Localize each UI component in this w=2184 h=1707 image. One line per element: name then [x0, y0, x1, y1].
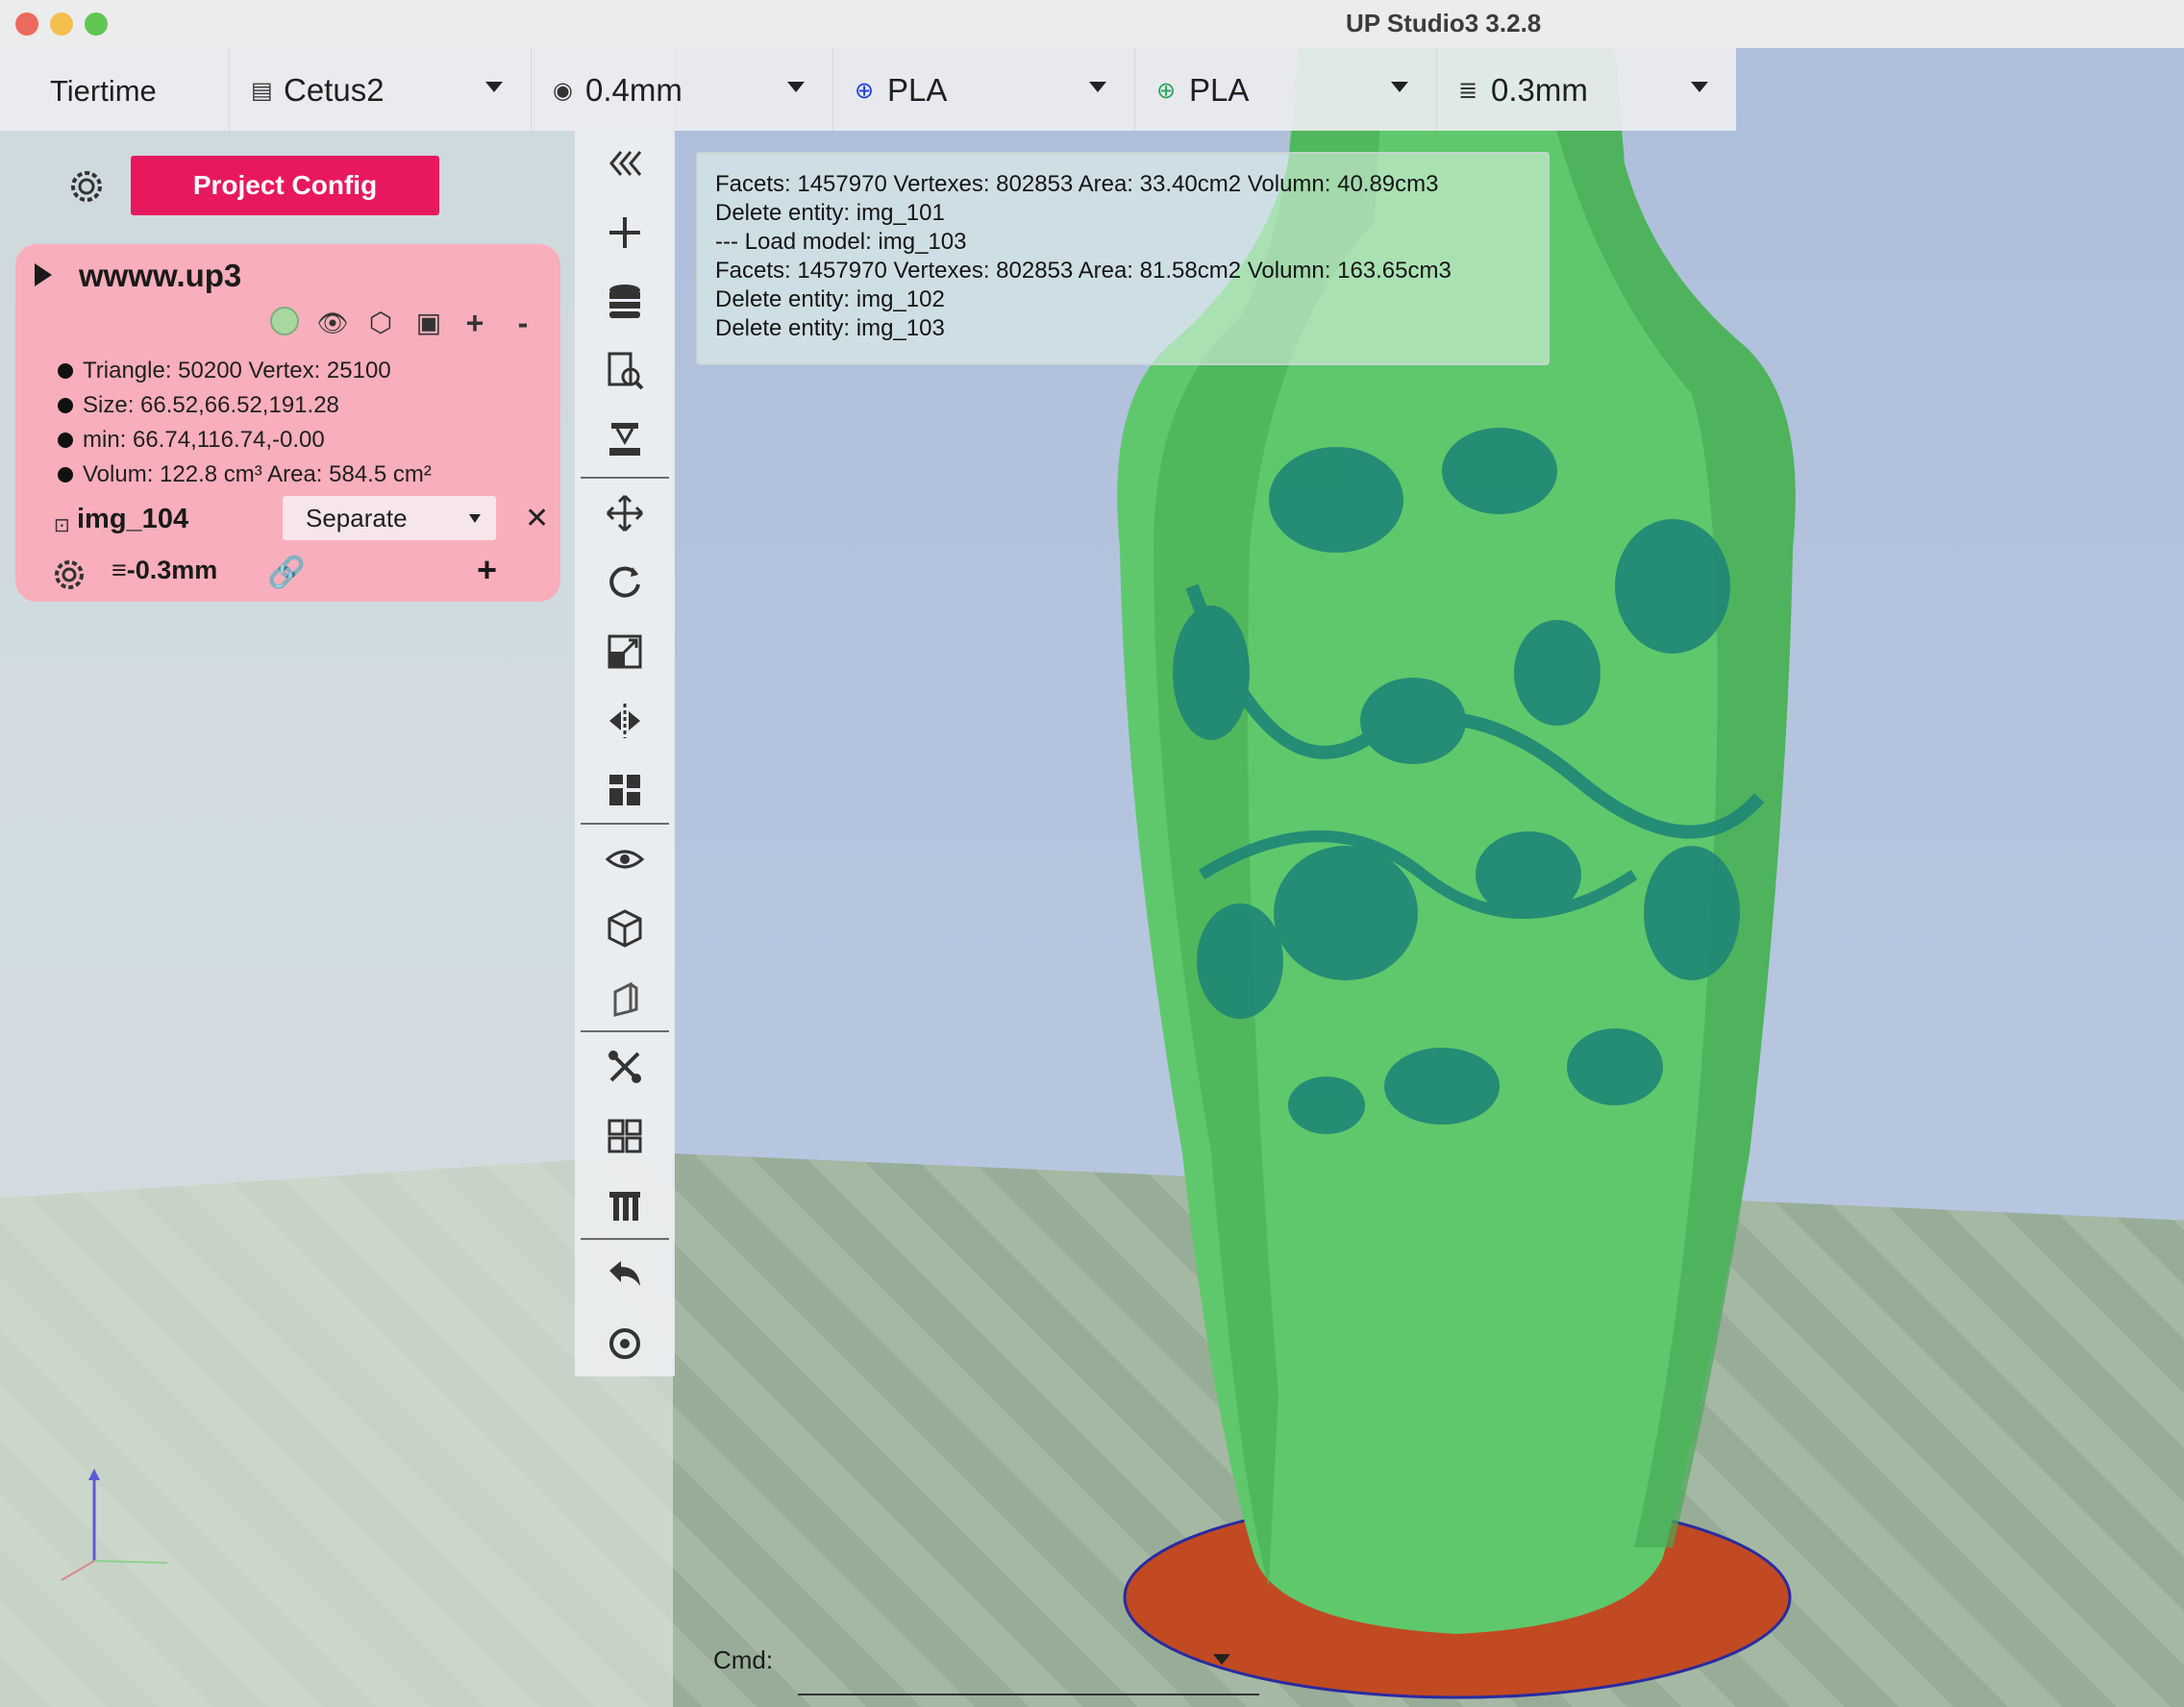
print-icon[interactable] — [596, 411, 654, 469]
entity-icon: ⊡ — [54, 515, 70, 536]
search-file-icon[interactable] — [596, 342, 654, 400]
entity-mode-label: Separate — [306, 504, 408, 532]
chevron-down-icon — [485, 82, 503, 92]
brand-label: Tiertime — [50, 74, 157, 108]
add-entity-icon[interactable]: + — [477, 550, 497, 590]
title-bar: UP Studio3 3.2.8 — [0, 0, 2184, 49]
collapse-icon[interactable] — [596, 135, 654, 192]
toolbar-divider — [581, 477, 669, 479]
link-icon[interactable]: 🔗 — [267, 554, 306, 590]
add-icon[interactable]: + — [456, 304, 494, 342]
log-line: Delete entity: img_102 — [715, 286, 945, 312]
material-1-select[interactable]: ⊕ PLA — [832, 48, 1135, 131]
layer-height-select[interactable]: ≣ 0.3mm — [1436, 48, 1737, 131]
toolbar-divider — [581, 1238, 669, 1240]
filament-green-icon: ⊕ — [1156, 78, 1177, 104]
toolbar-divider — [581, 823, 669, 825]
log-panel: Facets: 1457970 Vertexes: 802853 Area: 3… — [696, 152, 1550, 365]
min-stat: min: 66.74,116.74,-0.00 — [58, 427, 325, 454]
settings-gear-icon[interactable] — [65, 165, 108, 208]
tool-sidebar — [575, 131, 675, 1376]
save-icon[interactable]: ▣ — [410, 304, 448, 342]
mirror-icon[interactable] — [596, 692, 654, 750]
volume-area-stat: Volum: 122.8 cm³ Area: 584.5 cm² — [58, 461, 432, 488]
printer-select[interactable]: ▤ Cetus2 — [229, 48, 532, 131]
nozzle-icon: ◉ — [553, 78, 573, 104]
project-card: wwww.up3 👁 ⬡ ▣ + - Triangle: 50200 Verte… — [15, 244, 560, 602]
reset-view-icon[interactable] — [596, 1315, 654, 1373]
chevron-down-icon — [787, 82, 805, 92]
window-title: UP Studio3 3.2.8 — [1346, 9, 1542, 37]
add-icon[interactable] — [596, 204, 654, 261]
database-icon[interactable] — [596, 273, 654, 331]
cube-icon[interactable] — [596, 900, 654, 957]
box-section-icon[interactable] — [596, 969, 654, 1027]
nozzle-label: 0.4mm — [585, 72, 682, 108]
log-line: Delete entity: img_103 — [715, 315, 945, 341]
expand-triangle-icon[interactable] — [35, 263, 52, 286]
chevron-down-icon — [469, 514, 481, 523]
minimize-window-button[interactable] — [50, 12, 73, 36]
material-2-label: PLA — [1189, 72, 1250, 108]
maximize-window-button[interactable] — [85, 12, 108, 36]
layers-icon: ≣ — [1458, 78, 1478, 104]
remove-icon[interactable]: - — [504, 304, 542, 342]
tools-icon[interactable] — [596, 1038, 654, 1096]
chevron-down-icon — [1691, 82, 1708, 92]
scale-icon[interactable] — [596, 623, 654, 680]
support-icon[interactable] — [596, 1176, 654, 1234]
grid-icon[interactable] — [596, 1107, 654, 1165]
nozzle-select[interactable]: ◉ 0.4mm — [531, 48, 833, 131]
move-icon[interactable] — [596, 484, 654, 542]
layout-icon[interactable] — [596, 761, 654, 819]
undo-icon[interactable] — [596, 1246, 654, 1303]
cmd-label: Cmd: — [713, 1645, 774, 1674]
size-stat: Size: 66.52,66.52,191.28 — [58, 392, 339, 419]
material-1-label: PLA — [887, 72, 948, 108]
printer-label: Cetus2 — [284, 72, 385, 108]
log-line: Facets: 1457970 Vertexes: 802853 Area: 3… — [715, 171, 1439, 197]
rotate-icon[interactable] — [596, 554, 654, 611]
axis-indicator — [61, 1469, 168, 1581]
eye-icon[interactable] — [596, 830, 654, 888]
layer-height-label: 0.3mm — [1491, 72, 1588, 108]
log-line: Delete entity: img_101 — [715, 200, 945, 226]
entity-mode-select[interactable]: Separate — [283, 496, 496, 540]
close-window-button[interactable] — [15, 12, 38, 36]
visibility-icon[interactable]: 👁 — [313, 304, 352, 342]
filament-blue-icon: ⊕ — [855, 78, 875, 104]
entity-settings-gear-icon[interactable] — [50, 556, 88, 594]
log-line: --- Load model: img_103 — [715, 229, 967, 255]
chevron-down-icon — [1089, 82, 1106, 92]
material-2-select[interactable]: ⊕ PLA — [1134, 48, 1437, 131]
toolbar-divider — [581, 1030, 669, 1032]
entity-name: img_104 — [77, 504, 189, 534]
entity-layer-label: ≡-0.3mm — [112, 556, 218, 584]
printer-icon: ▤ — [251, 78, 273, 104]
project-file-name: wwww.up3 — [79, 258, 242, 293]
cmd-input[interactable] — [798, 1694, 1259, 1695]
triangle-stat: Triangle: 50200 Vertex: 25100 — [58, 358, 391, 384]
color-dot-icon[interactable] — [267, 304, 302, 338]
chevron-down-icon[interactable] — [1213, 1654, 1230, 1665]
log-line: Facets: 1457970 Vertexes: 802853 Area: 8… — [715, 258, 1452, 284]
close-icon[interactable]: ✕ — [525, 502, 549, 535]
chevron-down-icon — [1391, 82, 1408, 92]
project-config-button[interactable]: Project Config — [131, 156, 439, 215]
cube-icon[interactable]: ⬡ — [361, 304, 400, 342]
printer-settings-bar: Tiertime ▤ Cetus2 ◉ 0.4mm ⊕ PLA ⊕ PLA ≣ … — [0, 48, 1736, 131]
